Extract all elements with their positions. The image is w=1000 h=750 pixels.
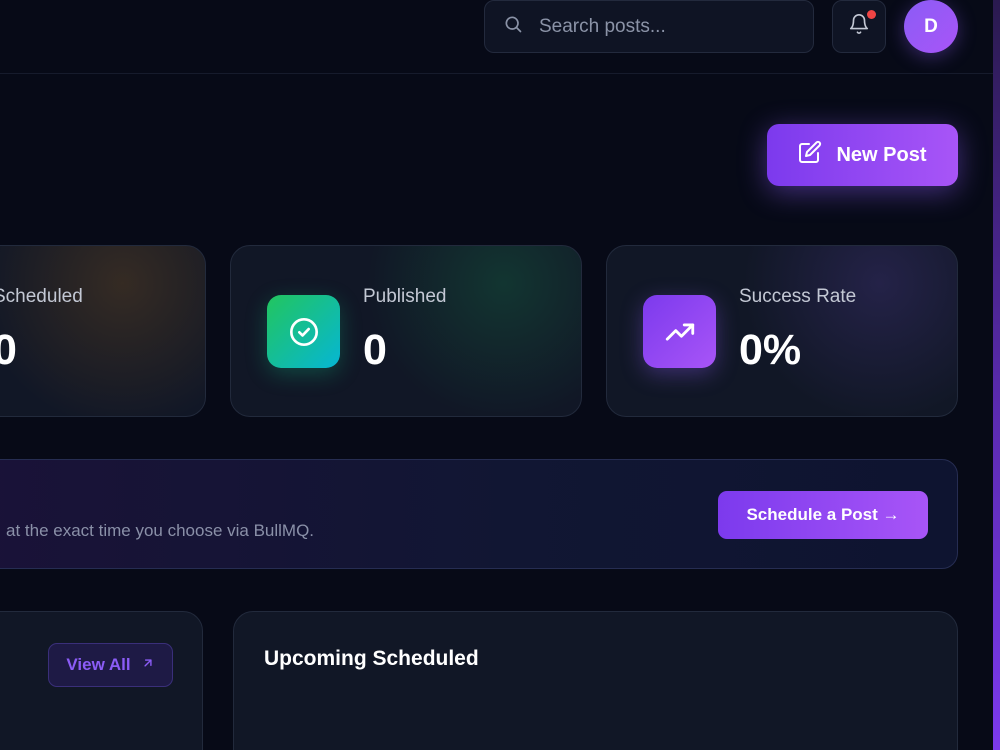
stat-label: Scheduled bbox=[0, 286, 83, 307]
stat-card-success-rate: Success Rate 0% bbox=[606, 245, 958, 417]
stat-value: 0 bbox=[363, 326, 387, 374]
search-icon bbox=[503, 14, 523, 39]
banner-description: at the exact time you choose via BullMQ. bbox=[6, 521, 315, 540]
avatar[interactable]: D bbox=[904, 0, 958, 53]
schedule-banner: at the exact time you choose via BullMQ.… bbox=[0, 459, 958, 569]
stat-value: 0 bbox=[0, 326, 17, 375]
stat-label: Published bbox=[363, 286, 447, 307]
new-post-button[interactable]: New Post bbox=[767, 124, 958, 186]
top-bar: D bbox=[0, 0, 993, 74]
edit-icon bbox=[798, 140, 822, 170]
schedule-post-button[interactable]: Schedule a Post → bbox=[718, 491, 928, 539]
arrow-up-right-icon bbox=[141, 655, 155, 675]
notification-badge bbox=[867, 10, 876, 19]
view-all-button[interactable]: View All bbox=[48, 643, 173, 687]
new-post-label: New Post bbox=[836, 143, 927, 166]
dashboard-page: D New Post Scheduled 0 Published 0 bbox=[0, 0, 1000, 750]
upcoming-scheduled-panel: Upcoming Scheduled bbox=[233, 611, 958, 750]
notifications-button[interactable] bbox=[832, 0, 886, 53]
stat-card-scheduled: Scheduled 0 bbox=[0, 245, 206, 417]
check-circle-icon bbox=[267, 295, 340, 368]
stat-value: 0% bbox=[739, 326, 802, 374]
trending-up-icon bbox=[643, 295, 716, 368]
stat-label: Success Rate bbox=[739, 286, 857, 307]
scrollbar-track[interactable] bbox=[993, 0, 1000, 750]
view-all-label: View All bbox=[66, 655, 131, 674]
search-box[interactable] bbox=[484, 0, 814, 53]
search-input[interactable] bbox=[539, 15, 789, 38]
recent-posts-panel: View All bbox=[0, 611, 203, 750]
bell-icon bbox=[848, 13, 870, 40]
panel-title: Upcoming Scheduled bbox=[264, 647, 479, 670]
stat-card-published: Published 0 bbox=[230, 245, 582, 417]
